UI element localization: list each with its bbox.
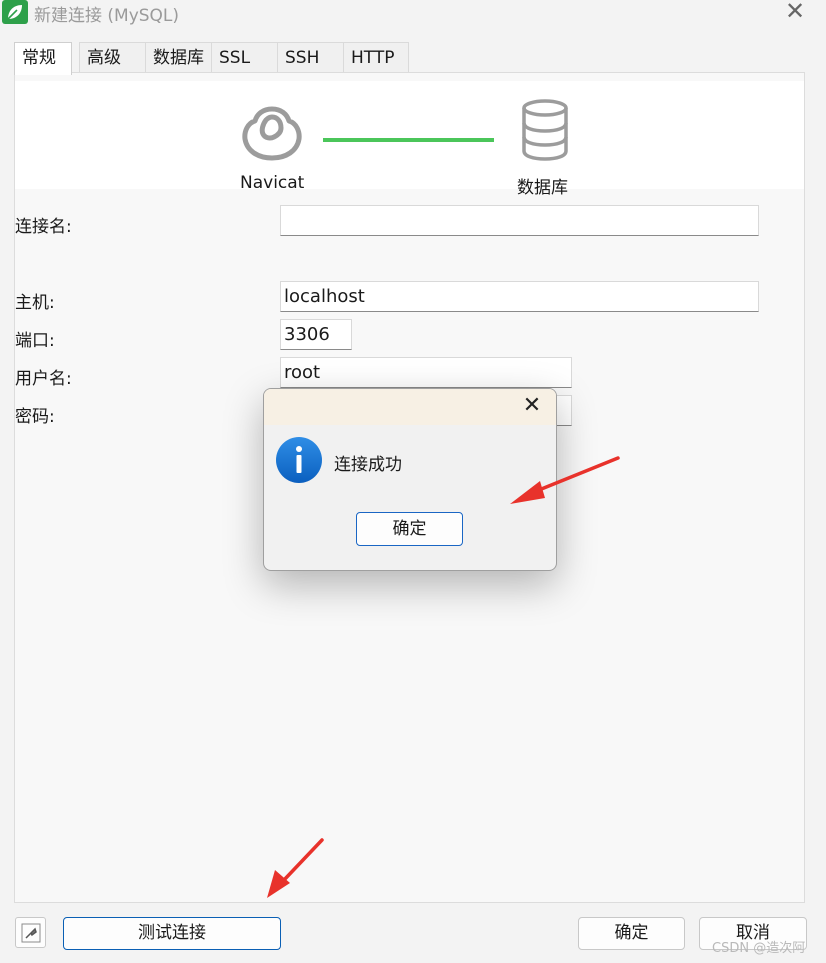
window-close-button[interactable]: ✕ xyxy=(780,0,810,24)
dialog-title-bar xyxy=(264,389,556,425)
dialog-close-button[interactable]: ✕ xyxy=(517,389,547,423)
ok-button[interactable]: 确定 xyxy=(578,917,685,950)
username-label: 用户名: xyxy=(15,369,72,389)
tab-ssl[interactable]: SSL xyxy=(211,42,279,73)
navicat-logo-icon xyxy=(242,106,302,161)
connection-link-line xyxy=(323,138,494,142)
tab-general[interactable]: 常规 xyxy=(14,42,72,75)
port-label: 端口: xyxy=(15,331,55,351)
port-input[interactable]: 3306 xyxy=(280,319,352,350)
host-input[interactable]: localhost xyxy=(280,281,759,312)
connection-tool-icon xyxy=(21,923,41,943)
username-input[interactable]: root xyxy=(280,357,572,388)
connection-diagram: Navicat 数据库 xyxy=(15,81,804,198)
connection-tool-button[interactable] xyxy=(15,917,46,948)
password-label: 密码: xyxy=(15,407,55,427)
tab-databases[interactable]: 数据库 xyxy=(145,42,213,73)
annotation-arrow-test xyxy=(267,838,324,898)
host-label: 主机: xyxy=(15,293,55,313)
window-title: 新建连接 (MySQL) xyxy=(34,6,180,26)
database-label: 数据库 xyxy=(517,178,568,198)
navicat-label: Navicat xyxy=(240,173,305,193)
annotation-arrow-dialog xyxy=(510,456,620,504)
test-connection-button[interactable]: 测试连接 xyxy=(63,917,281,950)
title-bar: 新建连接 (MySQL) ✕ xyxy=(0,0,826,26)
dialog-ok-button[interactable]: 确定 xyxy=(356,512,463,546)
info-icon xyxy=(276,437,322,483)
connection-name-input[interactable] xyxy=(280,205,759,236)
tab-ssh[interactable]: SSH xyxy=(277,42,345,73)
watermark: CSDN @造次阿 xyxy=(712,941,806,956)
database-icon xyxy=(522,99,568,161)
navicat-leaf-icon xyxy=(2,0,28,24)
tab-http[interactable]: HTTP xyxy=(343,42,409,73)
tab-advanced[interactable]: 高级 xyxy=(79,42,147,73)
connection-name-label: 连接名: xyxy=(15,217,72,237)
dialog-message: 连接成功 xyxy=(334,455,402,475)
